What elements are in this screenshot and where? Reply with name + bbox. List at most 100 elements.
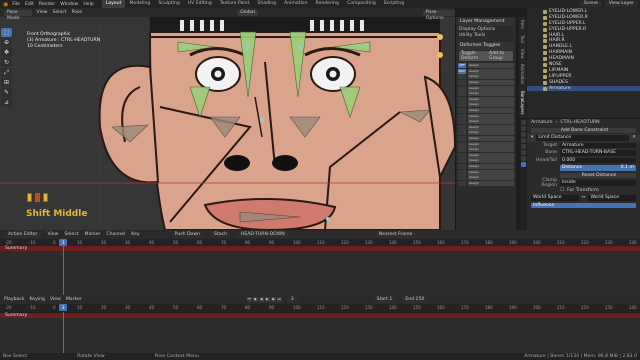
bone-constraint-icon[interactable]	[521, 162, 526, 167]
play-reverse-icon[interactable]: ◀	[258, 297, 264, 302]
chevron-down-icon[interactable]: ▾	[531, 135, 533, 140]
menu-key[interactable]: Key	[131, 232, 139, 237]
layer-visibility-toggle[interactable]	[458, 163, 466, 169]
outliner-item[interactable]: Armature	[527, 86, 640, 92]
assign-button[interactable]: Assign	[468, 85, 514, 91]
menu-edit[interactable]: Edit	[25, 2, 34, 7]
blender-logo-icon[interactable]: ◉	[3, 1, 8, 8]
layer-visibility-toggle[interactable]: OFF	[458, 63, 466, 69]
menu-marker[interactable]: Marker	[66, 297, 82, 302]
layer-visibility-toggle[interactable]	[458, 175, 466, 181]
menu-file[interactable]: File	[12, 2, 20, 7]
assign-button[interactable]: Assign	[468, 180, 514, 186]
timeline-ruler[interactable]: -20 -10 0 10 20 30 40 50 60 70 80 90 100 110 120 130 140…	[0, 304, 640, 312]
tab-view[interactable]: View	[520, 46, 525, 62]
measure-icon[interactable]: ⊿	[1, 98, 12, 107]
assign-button[interactable]: Assign	[468, 136, 514, 142]
world-icon[interactable]	[521, 144, 526, 149]
timeline-area[interactable]	[0, 318, 640, 353]
menu-channel[interactable]: Channel	[106, 232, 125, 237]
layer-visibility-toggle[interactable]	[458, 130, 466, 136]
view-layer-field[interactable]: View Layer	[604, 1, 638, 7]
assign-button[interactable]: Assign	[468, 96, 514, 102]
tab-shading[interactable]: Shading	[253, 0, 280, 8]
layer-visibility-toggle[interactable]	[458, 102, 466, 108]
stash-button[interactable]: Stash	[210, 231, 231, 238]
layer-visibility-toggle[interactable]	[458, 169, 466, 175]
layer-visibility-toggle[interactable]	[458, 74, 466, 80]
tab-rendering[interactable]: Rendering	[312, 0, 343, 8]
menu-pose[interactable]: Pose	[72, 10, 83, 15]
layer-visibility-toggle[interactable]	[458, 147, 466, 153]
push-down-button[interactable]: Push Down	[170, 231, 205, 238]
assign-button[interactable]: Assign	[468, 175, 514, 181]
orientation-select[interactable]: Global	[237, 9, 258, 16]
end-frame-field[interactable]: End 250	[401, 296, 429, 303]
current-frame-indicator[interactable]: 3	[59, 239, 68, 246]
assign-button[interactable]: Assign	[468, 163, 514, 169]
menu-marker[interactable]: Marker	[85, 232, 101, 237]
tab-bonelayers[interactable]: BoneLayers	[520, 88, 525, 117]
layer-visibility-toggle[interactable]: MCH	[458, 68, 466, 74]
scene-field[interactable]: Scene	[579, 1, 602, 7]
menu-select[interactable]: Select	[52, 10, 66, 15]
annotate-icon[interactable]: ✎	[1, 88, 12, 97]
target-space-select[interactable]: World Space	[588, 195, 637, 201]
assign-button[interactable]: Assign	[468, 74, 514, 80]
layer-visibility-toggle[interactable]	[458, 119, 466, 125]
checkbox-icon[interactable]: ☐	[560, 188, 564, 193]
assign-button[interactable]: Assign	[468, 141, 514, 147]
menu-view[interactable]: View	[37, 10, 48, 15]
jump-start-icon[interactable]: ⏮	[246, 297, 252, 302]
utility-tools-row[interactable]: Utility Tools	[459, 33, 513, 38]
layer-management-header[interactable]: Layer Management	[458, 18, 514, 26]
layer-visibility-toggle[interactable]	[458, 141, 466, 147]
bone-field[interactable]: CTRL-HEAD-TURN-BASE	[560, 150, 636, 156]
render-icon[interactable]	[521, 126, 526, 131]
assign-button[interactable]: Assign	[468, 102, 514, 108]
display-options-row[interactable]: Display Options	[459, 27, 513, 32]
layer-visibility-toggle[interactable]	[458, 158, 466, 164]
move-icon[interactable]: ✥	[1, 48, 12, 57]
tab-sculpting[interactable]: Sculpting	[154, 0, 183, 8]
layer-visibility-toggle[interactable]	[458, 180, 466, 186]
assign-button[interactable]: Assign	[468, 158, 514, 164]
tab-texture-paint[interactable]: Texture Paint	[216, 0, 254, 8]
object-icon[interactable]	[521, 150, 526, 155]
owner-space-select[interactable]: World Space	[531, 195, 579, 201]
tab-layout[interactable]: Layout	[101, 0, 126, 8]
output-icon[interactable]	[521, 132, 526, 137]
next-key-icon[interactable]: ◆	[270, 297, 276, 302]
cursor-icon[interactable]: ⊕	[1, 38, 12, 47]
current-frame-indicator[interactable]: 3	[59, 304, 68, 311]
scale-icon[interactable]: ⤢	[1, 68, 12, 77]
start-frame-field[interactable]: Start 1	[372, 296, 397, 303]
frame-ruler[interactable]: -20 -10 0 10 20 30 40 50 60 70 80 90 100 110 120 130 140…	[0, 239, 640, 246]
assign-button[interactable]: Assign	[468, 91, 514, 97]
reset-distance-button[interactable]: Reset Distance	[560, 172, 636, 178]
prev-key-icon[interactable]: ◆	[252, 297, 258, 302]
select-box-icon[interactable]: ⬚	[1, 28, 12, 37]
layer-visibility-toggle[interactable]	[458, 124, 466, 130]
menu-select[interactable]: Select	[64, 232, 78, 237]
tab-animation[interactable]: Animation	[520, 61, 525, 87]
close-icon[interactable]: ✕	[632, 135, 636, 140]
assign-button[interactable]: Assign	[468, 108, 514, 114]
assign-button[interactable]: Assign	[468, 80, 514, 86]
deformer-toggles-header[interactable]: Deformer Toggles	[458, 42, 514, 50]
menu-help[interactable]: Help	[83, 2, 93, 7]
menu-playback[interactable]: Playback	[4, 297, 25, 302]
clamp-region-select[interactable]: Inside	[560, 180, 636, 186]
target-field[interactable]: Armature	[560, 142, 636, 148]
current-frame-field[interactable]: 3	[286, 296, 298, 303]
action-name-field[interactable]: HEAD-TURN-DOWN	[236, 231, 289, 238]
menu-view[interactable]: View	[50, 297, 61, 302]
tab-modeling[interactable]: Modeling	[125, 0, 154, 8]
headtail-field[interactable]: 0.000	[560, 157, 636, 163]
dopesheet-area[interactable]	[0, 251, 640, 295]
rotate-icon[interactable]: ↻	[1, 58, 12, 67]
tab-animation[interactable]: Animation	[280, 0, 311, 8]
add-bone-constraint-button[interactable]: Add Bone Constraint	[531, 127, 636, 133]
snap-mode-select[interactable]: Nearest Frame	[374, 231, 417, 238]
layer-visibility-toggle[interactable]	[458, 91, 466, 97]
